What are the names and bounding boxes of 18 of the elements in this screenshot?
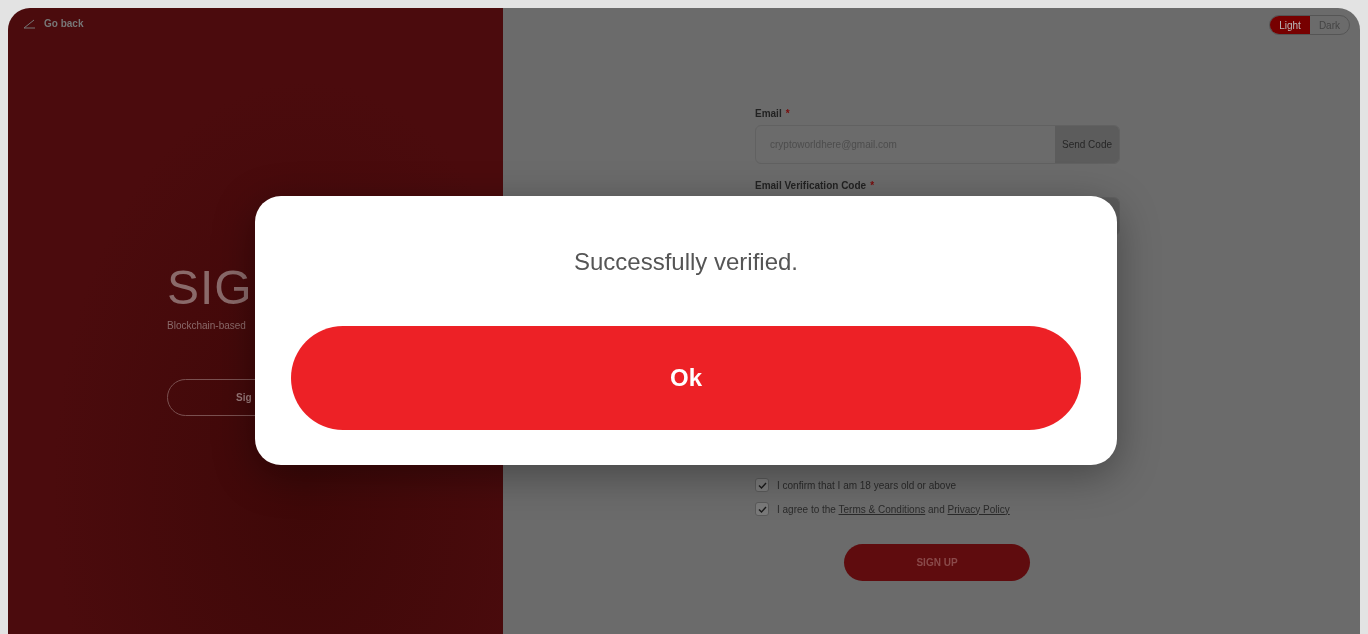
sign-up-button[interactable]: SIGN UP <box>844 544 1030 581</box>
theme-option[interactable]: Light <box>1270 16 1310 34</box>
policy-link[interactable]: Terms & Conditions <box>838 503 926 515</box>
policy-link[interactable]: Privacy Policy <box>947 503 1010 515</box>
field-label: Email <box>755 108 782 119</box>
go-back-link[interactable]: Go back <box>22 18 84 29</box>
hero-subtitle: Blockchain-based <box>167 320 247 331</box>
ok-button[interactable]: Ok <box>291 326 1081 430</box>
checkbox-label: I agree to the Terms & Conditions and Privacy Policy <box>777 503 1010 515</box>
required-marker: * <box>870 180 875 191</box>
check-icon <box>757 481 767 489</box>
checkbox[interactable] <box>755 478 769 492</box>
check-icon <box>757 505 767 513</box>
dialog-message: Successfully verified. <box>572 248 800 276</box>
hero-title: SIG <box>167 260 254 316</box>
required-marker: * <box>785 108 790 119</box>
checkbox[interactable] <box>755 502 769 516</box>
field-label: Email Verification Code <box>755 180 867 191</box>
